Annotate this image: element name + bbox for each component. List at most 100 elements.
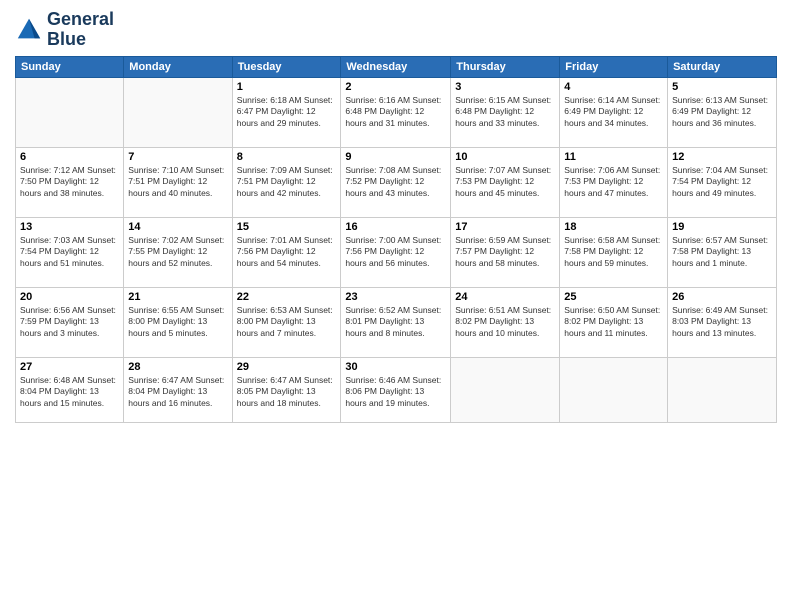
weekday-header-thursday: Thursday <box>451 56 560 77</box>
calendar-day-cell: 14 Sunrise: 7:02 AM Sunset: 7:55 PM Dayli… <box>124 217 232 287</box>
day-number: 23 <box>345 291 446 303</box>
calendar-table: SundayMondayTuesdayWednesdayThursdayFrid… <box>15 56 777 423</box>
day-info: Sunrise: 7:07 AM Sunset: 7:53 PM Dayligh… <box>455 165 555 199</box>
calendar-day-cell: 25 Sunrise: 6:50 AM Sunset: 8:02 PM Dayli… <box>560 287 668 357</box>
day-number: 4 <box>564 81 663 93</box>
calendar-day-cell: 18 Sunrise: 6:58 AM Sunset: 7:58 PM Dayli… <box>560 217 668 287</box>
day-info: Sunrise: 6:14 AM Sunset: 6:49 PM Dayligh… <box>564 95 663 129</box>
calendar-day-cell <box>124 77 232 147</box>
day-info: Sunrise: 6:50 AM Sunset: 8:02 PM Dayligh… <box>564 305 663 339</box>
calendar-day-cell: 19 Sunrise: 6:57 AM Sunset: 7:58 PM Dayli… <box>668 217 777 287</box>
weekday-header-saturday: Saturday <box>668 56 777 77</box>
calendar-week-row: 6 Sunrise: 7:12 AM Sunset: 7:50 PM Daylig… <box>16 147 777 217</box>
day-info: Sunrise: 7:01 AM Sunset: 7:56 PM Dayligh… <box>237 235 337 269</box>
day-number: 20 <box>20 291 119 303</box>
weekday-header-wednesday: Wednesday <box>341 56 451 77</box>
day-info: Sunrise: 6:53 AM Sunset: 8:00 PM Dayligh… <box>237 305 337 339</box>
day-number: 3 <box>455 81 555 93</box>
day-number: 19 <box>672 221 772 233</box>
day-number: 30 <box>345 361 446 373</box>
day-number: 6 <box>20 151 119 163</box>
day-number: 12 <box>672 151 772 163</box>
day-info: Sunrise: 6:56 AM Sunset: 7:59 PM Dayligh… <box>20 305 119 339</box>
day-info: Sunrise: 7:08 AM Sunset: 7:52 PM Dayligh… <box>345 165 446 199</box>
calendar-day-cell: 3 Sunrise: 6:15 AM Sunset: 6:48 PM Daylig… <box>451 77 560 147</box>
day-number: 27 <box>20 361 119 373</box>
calendar-week-row: 27 Sunrise: 6:48 AM Sunset: 8:04 PM Dayli… <box>16 357 777 422</box>
weekday-header-sunday: Sunday <box>16 56 124 77</box>
weekday-header-row: SundayMondayTuesdayWednesdayThursdayFrid… <box>16 56 777 77</box>
calendar-day-cell: 27 Sunrise: 6:48 AM Sunset: 8:04 PM Dayli… <box>16 357 124 422</box>
calendar-day-cell: 16Sunrise: 7:00 AM Sunset: 7:56 PM Dayli… <box>341 217 451 287</box>
day-info: Sunrise: 6:13 AM Sunset: 6:49 PM Dayligh… <box>672 95 772 129</box>
calendar-week-row: 13 Sunrise: 7:03 AM Sunset: 7:54 PM Dayli… <box>16 217 777 287</box>
day-number: 22 <box>237 291 337 303</box>
page: General Blue SundayMondayTuesdayWednesda… <box>0 0 792 612</box>
day-number: 13 <box>20 221 119 233</box>
day-info: Sunrise: 7:06 AM Sunset: 7:53 PM Dayligh… <box>564 165 663 199</box>
calendar-day-cell: 13 Sunrise: 7:03 AM Sunset: 7:54 PM Dayli… <box>16 217 124 287</box>
day-number: 25 <box>564 291 663 303</box>
calendar-day-cell: 22 Sunrise: 6:53 AM Sunset: 8:00 PM Dayli… <box>232 287 341 357</box>
calendar-day-cell <box>560 357 668 422</box>
day-info: Sunrise: 6:51 AM Sunset: 8:02 PM Dayligh… <box>455 305 555 339</box>
calendar-day-cell: 29 Sunrise: 6:47 AM Sunset: 8:05 PM Dayli… <box>232 357 341 422</box>
day-number: 26 <box>672 291 772 303</box>
day-info: Sunrise: 7:04 AM Sunset: 7:54 PM Dayligh… <box>672 165 772 199</box>
weekday-header-monday: Monday <box>124 56 232 77</box>
day-info: Sunrise: 6:46 AM Sunset: 8:06 PM Dayligh… <box>345 375 446 409</box>
calendar-day-cell: 15Sunrise: 7:01 AM Sunset: 7:56 PM Dayli… <box>232 217 341 287</box>
calendar-day-cell: 21Sunrise: 6:55 AM Sunset: 8:00 PM Dayli… <box>124 287 232 357</box>
day-number: 21 <box>128 291 227 303</box>
calendar-week-row: 20 Sunrise: 6:56 AM Sunset: 7:59 PM Dayli… <box>16 287 777 357</box>
calendar-day-cell: 26 Sunrise: 6:49 AM Sunset: 8:03 PM Dayli… <box>668 287 777 357</box>
day-info: Sunrise: 6:48 AM Sunset: 8:04 PM Dayligh… <box>20 375 119 409</box>
day-number: 2 <box>345 81 446 93</box>
logo: General Blue <box>15 10 114 50</box>
day-number: 14 <box>128 221 227 233</box>
day-number: 9 <box>345 151 446 163</box>
day-info: Sunrise: 6:57 AM Sunset: 7:58 PM Dayligh… <box>672 235 772 269</box>
day-info: Sunrise: 6:18 AM Sunset: 6:47 PM Dayligh… <box>237 95 337 129</box>
day-number: 17 <box>455 221 555 233</box>
day-number: 1 <box>237 81 337 93</box>
day-number: 28 <box>128 361 227 373</box>
day-info: Sunrise: 6:47 AM Sunset: 8:05 PM Dayligh… <box>237 375 337 409</box>
day-info: Sunrise: 7:03 AM Sunset: 7:54 PM Dayligh… <box>20 235 119 269</box>
calendar-day-cell <box>16 77 124 147</box>
calendar-day-cell: 10Sunrise: 7:07 AM Sunset: 7:53 PM Dayli… <box>451 147 560 217</box>
logo-icon <box>15 16 43 44</box>
day-info: Sunrise: 6:52 AM Sunset: 8:01 PM Dayligh… <box>345 305 446 339</box>
calendar-day-cell <box>668 357 777 422</box>
day-info: Sunrise: 7:02 AM Sunset: 7:55 PM Dayligh… <box>128 235 227 269</box>
calendar-day-cell: 6 Sunrise: 7:12 AM Sunset: 7:50 PM Daylig… <box>16 147 124 217</box>
day-info: Sunrise: 7:12 AM Sunset: 7:50 PM Dayligh… <box>20 165 119 199</box>
day-number: 11 <box>564 151 663 163</box>
day-info: Sunrise: 6:15 AM Sunset: 6:48 PM Dayligh… <box>455 95 555 129</box>
calendar-day-cell: 5 Sunrise: 6:13 AM Sunset: 6:49 PM Daylig… <box>668 77 777 147</box>
calendar-day-cell: 20 Sunrise: 6:56 AM Sunset: 7:59 PM Dayli… <box>16 287 124 357</box>
day-number: 29 <box>237 361 337 373</box>
header: General Blue <box>15 10 777 50</box>
calendar-day-cell: 17Sunrise: 6:59 AM Sunset: 7:57 PM Dayli… <box>451 217 560 287</box>
calendar-day-cell: 30 Sunrise: 6:46 AM Sunset: 8:06 PM Dayli… <box>341 357 451 422</box>
calendar-day-cell: 28 Sunrise: 6:47 AM Sunset: 8:04 PM Dayli… <box>124 357 232 422</box>
day-info: Sunrise: 6:58 AM Sunset: 7:58 PM Dayligh… <box>564 235 663 269</box>
day-info: Sunrise: 7:00 AM Sunset: 7:56 PM Dayligh… <box>345 235 446 269</box>
calendar-day-cell: 23 Sunrise: 6:52 AM Sunset: 8:01 PM Dayli… <box>341 287 451 357</box>
calendar-day-cell: 2Sunrise: 6:16 AM Sunset: 6:48 PM Daylig… <box>341 77 451 147</box>
calendar-day-cell: 24 Sunrise: 6:51 AM Sunset: 8:02 PM Dayli… <box>451 287 560 357</box>
day-number: 5 <box>672 81 772 93</box>
calendar-day-cell: 1 Sunrise: 6:18 AM Sunset: 6:47 PM Daylig… <box>232 77 341 147</box>
day-info: Sunrise: 6:49 AM Sunset: 8:03 PM Dayligh… <box>672 305 772 339</box>
day-number: 24 <box>455 291 555 303</box>
day-number: 8 <box>237 151 337 163</box>
logo-text: General Blue <box>47 10 114 50</box>
calendar-day-cell: 8Sunrise: 7:09 AM Sunset: 7:51 PM Daylig… <box>232 147 341 217</box>
calendar-day-cell: 4 Sunrise: 6:14 AM Sunset: 6:49 PM Daylig… <box>560 77 668 147</box>
day-number: 18 <box>564 221 663 233</box>
day-info: Sunrise: 6:47 AM Sunset: 8:04 PM Dayligh… <box>128 375 227 409</box>
calendar-week-row: 1 Sunrise: 6:18 AM Sunset: 6:47 PM Daylig… <box>16 77 777 147</box>
weekday-header-friday: Friday <box>560 56 668 77</box>
day-info: Sunrise: 7:10 AM Sunset: 7:51 PM Dayligh… <box>128 165 227 199</box>
